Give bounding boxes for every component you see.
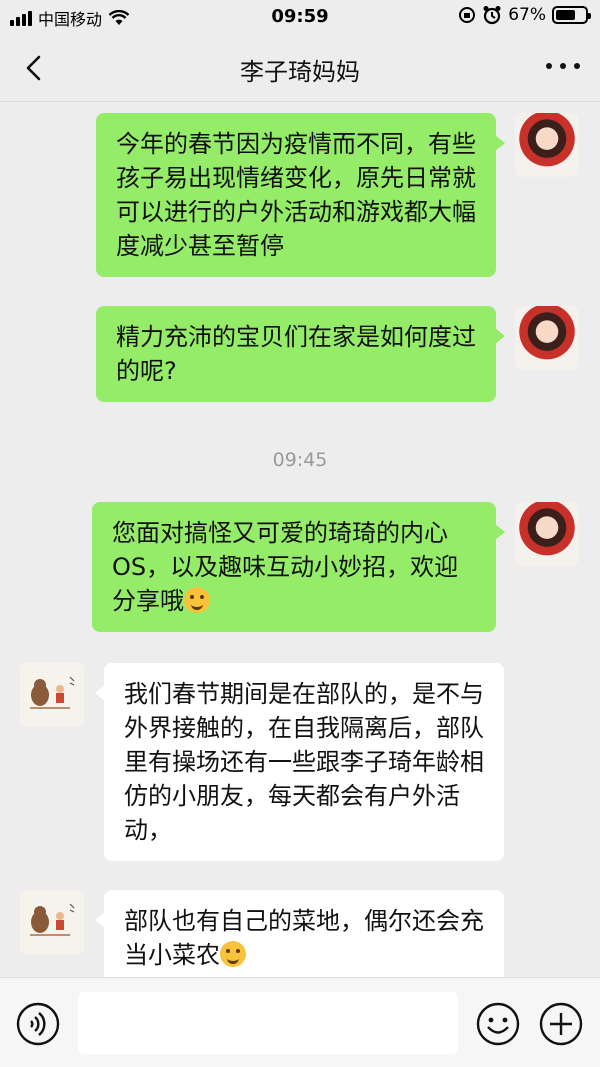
- message-text: 部队也有自己的菜地，偶尔还会充当小菜农: [124, 907, 484, 969]
- message-input[interactable]: [78, 992, 458, 1054]
- message-text: 您面对搞怪又可爱的琦琦的内心OS，以及趣味互动小妙招，欢迎分享哦: [112, 519, 459, 615]
- message-text: 我们春节期间是在部队的，是不与外界接触的，在自我隔离后，部队里有操场还有一些跟李…: [124, 680, 484, 844]
- message-bubble[interactable]: 今年的春节因为疫情而不同，有些孩子易出现情绪变化，原先日常就可以进行的户外活动和…: [96, 113, 505, 277]
- emoji-icon[interactable]: [476, 1002, 520, 1046]
- more-dots-icon[interactable]: [546, 56, 580, 76]
- shy-face-emoji-icon: [184, 587, 210, 613]
- message-bubble[interactable]: 您面对搞怪又可爱的琦琦的内心OS，以及趣味互动小妙招，欢迎分享哦: [92, 502, 505, 632]
- message-bubble[interactable]: 精力充沛的宝贝们在家是如何度过的呢?: [96, 306, 505, 402]
- message-bubble[interactable]: 部队也有自己的菜地，偶尔还会充当小菜农: [95, 890, 504, 977]
- status-bar: 中国移动 09:59 67%: [0, 0, 600, 34]
- chat-area[interactable]: 今年的春节因为疫情而不同，有些孩子易出现情绪变化，原先日常就可以进行的户外活动和…: [0, 103, 600, 977]
- monkey-drawing-icon: [30, 903, 75, 936]
- alarm-icon: [483, 6, 501, 25]
- contact-avatar[interactable]: [20, 890, 84, 954]
- status-right: 67%: [458, 5, 591, 25]
- input-bar: [0, 977, 600, 1067]
- my-avatar[interactable]: [515, 113, 579, 177]
- orientation-lock-icon: [459, 7, 476, 23]
- battery-percent: 67%: [508, 5, 546, 25]
- plus-icon[interactable]: [539, 1002, 583, 1046]
- timestamp: 09:45: [272, 449, 328, 471]
- message-text: 今年的春节因为疫情而不同，有些孩子易出现情绪变化，原先日常就可以进行的户外活动和…: [116, 130, 476, 260]
- page-title: 李子琦妈妈: [240, 58, 360, 86]
- laughing-tears-emoji-icon: [220, 941, 246, 967]
- message-text: 精力充沛的宝贝们在家是如何度过的呢?: [116, 323, 476, 385]
- my-avatar[interactable]: [515, 306, 579, 370]
- voice-icon[interactable]: [16, 1002, 60, 1046]
- battery-icon: [552, 6, 591, 24]
- chat-header: 李子琦妈妈: [0, 34, 600, 102]
- contact-avatar[interactable]: [20, 663, 84, 727]
- battery-fill: [556, 10, 575, 20]
- message-bubble[interactable]: 我们春节期间是在部队的，是不与外界接触的，在自我隔离后，部队里有操场还有一些跟李…: [95, 663, 504, 861]
- my-avatar[interactable]: [515, 502, 579, 566]
- monkey-drawing-icon: [30, 676, 75, 709]
